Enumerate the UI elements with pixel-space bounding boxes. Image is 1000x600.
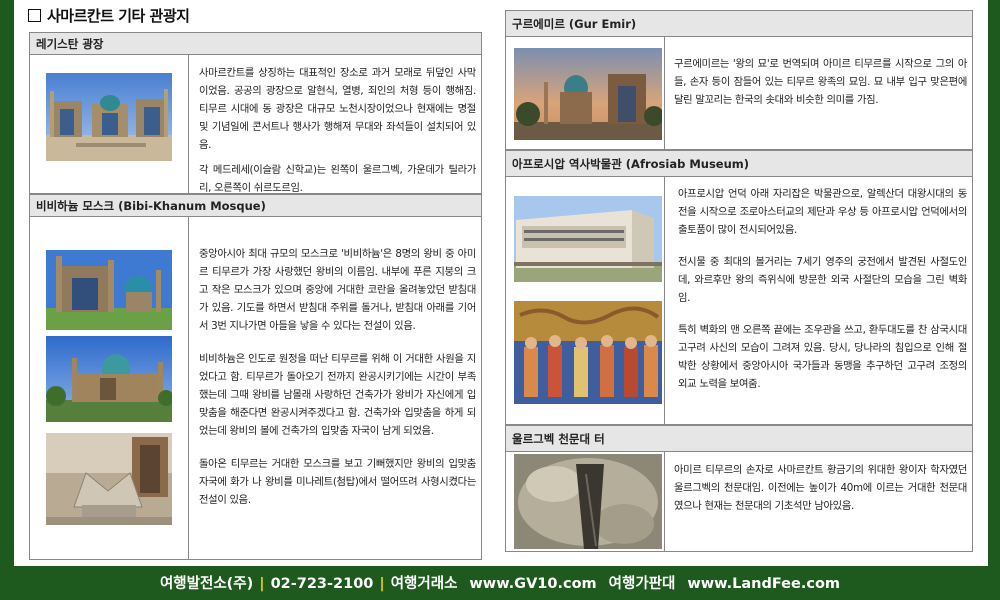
ulugh-beg-header: 울르그벡 천문대 터 — [506, 426, 972, 452]
paragraph: 사마르칸트를 상징하는 대표적인 장소로 과거 모래로 뒤덮인 사막이었음. 공… — [199, 67, 476, 151]
paragraph: 전시물 중 최대의 볼거리는 7세기 영주의 궁전에서 발견된 사절도인데, 와… — [678, 256, 967, 304]
registan-photo — [46, 73, 172, 161]
afrosiab-panel: 아프로시압 역사박물관 (Afrosiab Museum) 아프로시압 언덕 아… — [505, 150, 973, 425]
paragraph: 중앙아시아 최대 규모의 모스크로 '비비하늄'은 8명의 왕비 중 아미르 티… — [199, 248, 476, 332]
market-label: 여행가판대 — [608, 576, 676, 592]
bibi-khanum-panel: 비비하늄 모스크 (Bibi-Khanum Mosque) 중앙아시아 최대 규… — [29, 194, 482, 560]
paragraph: 아프로시압 언덕 아래 자리잡은 박물관으로, 알렉산더 대왕시대의 동전을 시… — [678, 188, 967, 236]
exchange-label: 여행거래소 — [390, 576, 458, 592]
bibi-khanum-header: 비비하늄 모스크 (Bibi-Khanum Mosque) — [30, 195, 481, 217]
gur-emir-header: 구르에미르 (Gur Emir) — [506, 11, 972, 37]
paragraph: 구르에미르는 '왕의 묘'로 번역되며 아미르 티무르를 시작으로 그의 아들,… — [674, 58, 967, 106]
separator: | — [259, 576, 265, 592]
exchange-link[interactable]: www.GV10.com — [469, 576, 596, 592]
afrosiab-museum-photo — [514, 196, 662, 282]
afrosiab-header: 아프로시압 역사박물관 (Afrosiab Museum) — [506, 151, 972, 177]
registan-text: 사마르칸트를 상징하는 대표적인 장소로 과거 모래로 뒤덮인 사막이었음. 공… — [199, 64, 476, 204]
ulugh-beg-observatory-panel: 울르그벡 천문대 터 아미르 티무르의 손자로 사마르칸트 황금기의 위대한 왕… — [505, 425, 973, 552]
page-title: 사마르칸트 기타 관광지 — [28, 5, 190, 26]
ulugh-beg-observatory-photo — [514, 454, 662, 549]
registan-header: 레기스탄 광장 — [30, 33, 481, 55]
checkbox-square-icon — [28, 9, 41, 22]
column-divider — [664, 177, 665, 424]
bibi-khanum-photo-3 — [46, 433, 172, 525]
phone-number[interactable]: 02-723-2100 — [271, 576, 374, 592]
page-title-text: 사마르칸트 기타 관광지 — [47, 7, 190, 25]
company-name: 여행발전소(주) — [159, 576, 254, 592]
gur-emir-text: 구르에미르는 '왕의 묘'로 번역되며 아미르 티무르를 시작으로 그의 아들,… — [674, 55, 967, 116]
paragraph: 아미르 티무르의 손자로 사마르칸트 황금기의 위대한 왕이자 학자였던 울르그… — [674, 464, 967, 512]
market-link[interactable]: www.LandFee.com — [687, 576, 840, 592]
ulugh-beg-text: 아미르 티무르의 손자로 사마르칸트 황금기의 위대한 왕이자 학자였던 울르그… — [674, 461, 967, 522]
paragraph: 비비하늄은 인도로 원정을 떠난 티무르를 위해 이 거대한 사원을 지었다고 … — [199, 353, 476, 437]
column-divider — [188, 217, 189, 559]
column-divider — [188, 55, 189, 193]
registan-panel: 레기스탄 광장 사마르칸트를 상징하는 대표적인 장소로 과거 모래로 뒤덮인 … — [29, 32, 482, 194]
gur-emir-photo — [514, 48, 662, 140]
paragraph: 특히 벽화의 맨 오른쪽 끝에는 조우관을 쓰고, 환두대도를 찬 삼국시대 고… — [678, 324, 967, 390]
gur-emir-panel: 구르에미르 (Gur Emir) 구르에미르는 '왕의 묘'로 번역되며 아미르… — [505, 10, 973, 150]
paragraph: 각 메드레세(이슬람 신학교)는 왼쪽이 울르그벡, 가운데가 틸라가리, 오른… — [199, 164, 476, 194]
afrosiab-mural-photo — [514, 301, 662, 404]
bibi-khanum-text: 중앙아시아 최대 규모의 모스크로 '비비하늄'은 8명의 왕비 중 아미르 티… — [199, 245, 476, 516]
bibi-khanum-photo-1 — [46, 250, 172, 330]
column-divider — [664, 37, 665, 149]
separator: | — [379, 576, 385, 592]
bibi-khanum-photo-2 — [46, 336, 172, 422]
column-divider — [664, 452, 665, 551]
paragraph: 돌아온 티무르는 거대한 모스크를 보고 기뻐했지만 왕비의 입맞춤 자국에 화… — [199, 458, 476, 506]
afrosiab-text: 아프로시압 언덕 아래 자리잡은 박물관으로, 알렉산더 대왕시대의 동전을 시… — [678, 185, 967, 400]
footer-contact-bar: 여행발전소(주) | 02-723-2100 | 여행거래소 www.GV10.com 여행… — [0, 572, 1000, 594]
